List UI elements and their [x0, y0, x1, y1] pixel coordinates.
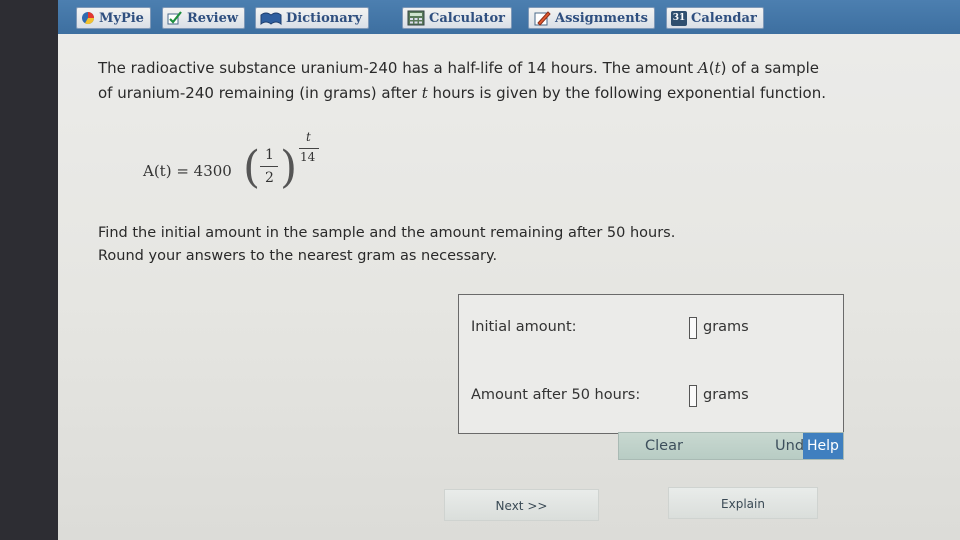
base-denominator: 2	[265, 170, 274, 186]
tab-label: Dictionary	[286, 10, 363, 26]
function-name: A	[697, 59, 709, 77]
tab-label: Review	[187, 10, 239, 26]
next-button[interactable]: Next >>	[444, 489, 599, 521]
amount-after-input[interactable]	[689, 385, 697, 407]
app-window: MyPie Review Dictionary Calculator Assig…	[58, 0, 960, 540]
amount-after-unit: grams	[703, 387, 749, 403]
problem-text: hours is given by the following exponent…	[427, 84, 827, 102]
task-text: Find the initial amount in the sample an…	[98, 225, 676, 241]
initial-amount-input[interactable]	[689, 317, 697, 339]
initial-amount-unit: grams	[703, 319, 749, 335]
tab-assignments[interactable]: Assignments	[528, 7, 656, 29]
tab-label: Assignments	[555, 10, 649, 26]
tab-bar: MyPie Review Dictionary Calculator Assig…	[58, 0, 960, 34]
pencil-icon	[534, 11, 551, 26]
tab-mypie[interactable]: MyPie	[76, 7, 151, 29]
pie-icon	[82, 12, 94, 25]
monitor-bezel	[0, 0, 58, 540]
formula-lhs: A(t) = 4300	[143, 162, 232, 180]
book-icon	[260, 12, 282, 25]
tab-calendar[interactable]: 31 Calendar	[666, 7, 764, 29]
question-area: The radioactive substance uranium-240 ha…	[58, 34, 960, 540]
help-button[interactable]: Help	[803, 433, 843, 459]
tab-label: Calculator	[429, 10, 505, 26]
exponent-fraction-bar	[299, 148, 319, 149]
exponent-denominator: 14	[300, 150, 316, 164]
base-fraction-bar	[260, 166, 278, 167]
base-numerator: 1	[265, 147, 274, 163]
explain-button[interactable]: Explain	[668, 487, 818, 519]
tab-label: Calendar	[691, 10, 757, 26]
initial-amount-label: Initial amount:	[471, 319, 577, 335]
calendar-icon: 31	[671, 10, 687, 26]
tab-review[interactable]: Review	[162, 7, 246, 29]
problem-text: of uranium-240 remaining (in grams) afte…	[98, 84, 422, 102]
calculator-icon	[407, 10, 425, 26]
exponential-formula: A(t) = 4300 ( 1 2 ) t 14	[143, 130, 343, 212]
problem-text: of a sample	[726, 59, 819, 77]
function-variable: t	[714, 59, 721, 77]
task-instructions: Find the initial amount in the sample an…	[98, 222, 898, 268]
problem-statement: The radioactive substance uranium-240 ha…	[98, 59, 827, 102]
answer-panel: Initial amount: grams Amount after 50 ho…	[458, 294, 844, 434]
checkmark-icon	[167, 11, 182, 25]
exponent-numerator: t	[306, 130, 311, 144]
left-paren: (	[243, 142, 261, 193]
problem-text: The radioactive substance uranium-240 ha…	[98, 59, 698, 77]
tab-dictionary[interactable]: Dictionary	[255, 7, 370, 29]
task-text: Round your answers to the nearest gram a…	[98, 248, 498, 264]
tab-label: MyPie	[99, 10, 144, 26]
tab-calculator[interactable]: Calculator	[402, 7, 512, 29]
right-paren: )	[280, 142, 298, 193]
answer-toolbar: Clear Undo Help	[618, 432, 844, 460]
clear-button[interactable]: Clear	[619, 433, 709, 459]
amount-after-label: Amount after 50 hours:	[471, 387, 641, 403]
